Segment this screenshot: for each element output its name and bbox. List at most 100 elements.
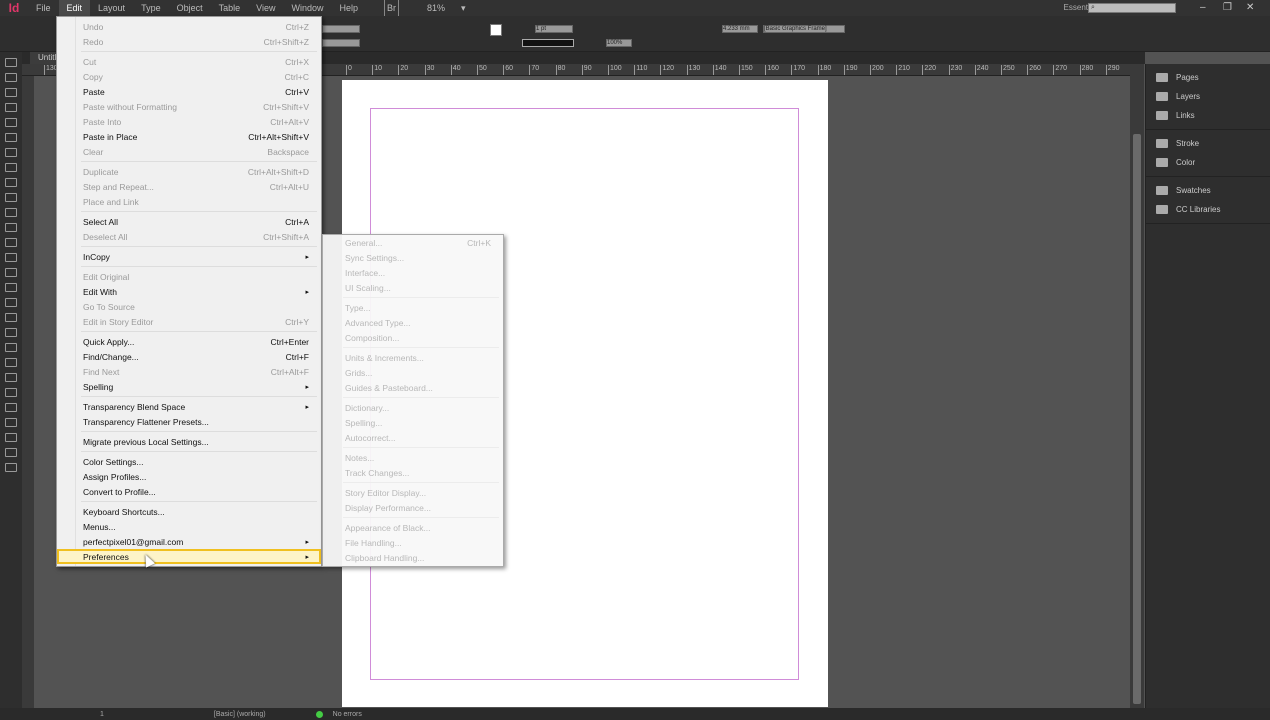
menu-item-spelling[interactable]: Spelling ▸	[57, 379, 321, 394]
panel-cc-libraries[interactable]: CC Libraries	[1146, 200, 1270, 219]
menu-type[interactable]: Type	[133, 0, 169, 16]
menu-item-migrate-previous-local-settings[interactable]: Migrate previous Local Settings...	[57, 434, 321, 449]
menu-file[interactable]: File	[28, 0, 59, 16]
tool-icon[interactable]	[5, 73, 17, 82]
menu-item-incopy[interactable]: InCopy ▸	[57, 249, 321, 264]
menu-item-undo[interactable]: Undo Ctrl+Z	[57, 19, 321, 34]
tool-icon[interactable]	[5, 133, 17, 142]
menu-item-transparency-flattener-presets[interactable]: Transparency Flattener Presets...	[57, 414, 321, 429]
tool-icon[interactable]	[5, 118, 17, 127]
menu-item-clipboard-handling[interactable]: Clipboard Handling...	[323, 550, 503, 565]
menu-item-find-change[interactable]: Find/Change... Ctrl+F	[57, 349, 321, 364]
tool-icon[interactable]	[5, 268, 17, 277]
panel-swatches[interactable]: Swatches	[1146, 181, 1270, 200]
tool-icon[interactable]	[5, 448, 17, 457]
tool-icon[interactable]	[5, 193, 17, 202]
menu-object[interactable]: Object	[169, 0, 211, 16]
menu-item-general[interactable]: General... Ctrl+K	[323, 235, 503, 250]
menu-table[interactable]: Table	[211, 0, 249, 16]
tool-icon[interactable]	[5, 343, 17, 352]
menu-item-place-and-link[interactable]: Place and Link	[57, 194, 321, 209]
menu-item-paste-without-formatting[interactable]: Paste without Formatting Ctrl+Shift+V	[57, 99, 321, 114]
menu-item-color-settings[interactable]: Color Settings...	[57, 454, 321, 469]
menu-item-units-increments[interactable]: Units & Increments...	[323, 350, 503, 365]
tool-icon[interactable]	[5, 298, 17, 307]
menu-item-redo[interactable]: Redo Ctrl+Shift+Z	[57, 34, 321, 49]
menu-item-guides-pasteboard[interactable]: Guides & Pasteboard...	[323, 380, 503, 395]
menu-item-transparency-blend-space[interactable]: Transparency Blend Space ▸	[57, 399, 321, 414]
panel-pages[interactable]: Pages	[1146, 68, 1270, 87]
menu-layout[interactable]: Layout	[90, 0, 133, 16]
tool-icon[interactable]	[5, 403, 17, 412]
menu-item-menus[interactable]: Menus...	[57, 519, 321, 534]
tool-icon[interactable]	[5, 88, 17, 97]
zoom-level[interactable]: 81%	[419, 0, 453, 16]
tool-icon[interactable]	[5, 283, 17, 292]
menu-item-perfectpixel01-gmail-com[interactable]: perfectpixel01@gmail.com ▸	[57, 534, 321, 549]
menu-item-clear[interactable]: Clear Backspace	[57, 144, 321, 159]
restore-icon[interactable]: ❐	[1223, 2, 1232, 13]
menu-item-edit-original[interactable]: Edit Original	[57, 269, 321, 284]
menu-item-select-all[interactable]: Select All Ctrl+A	[57, 214, 321, 229]
menu-item-copy[interactable]: Copy Ctrl+C	[57, 69, 321, 84]
zoom-dropdown-icon[interactable]: ▾	[453, 0, 474, 16]
menu-item-duplicate[interactable]: Duplicate Ctrl+Alt+Shift+D	[57, 164, 321, 179]
menu-item-preferences[interactable]: Preferences ▸	[57, 549, 321, 564]
tool-icon[interactable]	[5, 238, 17, 247]
menu-item-interface[interactable]: Interface...	[323, 265, 503, 280]
tool-icon[interactable]	[5, 223, 17, 232]
menu-item-ui-scaling[interactable]: UI Scaling...	[323, 280, 503, 295]
offset-field[interactable]: 4.233 mm	[722, 25, 758, 33]
minimize-icon[interactable]: –	[1200, 2, 1206, 13]
tool-icon[interactable]	[5, 208, 17, 217]
menu-item-step-and-repeat[interactable]: Step and Repeat... Ctrl+Alt+U	[57, 179, 321, 194]
tool-icon[interactable]	[5, 433, 17, 442]
page-number-field[interactable]: 1	[100, 711, 104, 718]
panel-color[interactable]: Color	[1146, 153, 1270, 172]
menu-item-story-editor-display[interactable]: Story Editor Display...	[323, 485, 503, 500]
tool-icon[interactable]	[5, 163, 17, 172]
menu-item-go-to-source[interactable]: Go To Source	[57, 299, 321, 314]
panel-stroke[interactable]: Stroke	[1146, 134, 1270, 153]
menu-item-paste[interactable]: Paste Ctrl+V	[57, 84, 321, 99]
menu-edit[interactable]: Edit	[58, 0, 91, 16]
menu-item-paste-in-place[interactable]: Paste in Place Ctrl+Alt+Shift+V	[57, 129, 321, 144]
search-input[interactable]: ⌕	[1088, 3, 1176, 13]
menu-item-spelling[interactable]: Spelling...	[323, 415, 503, 430]
menu-item-deselect-all[interactable]: Deselect All Ctrl+Shift+A	[57, 229, 321, 244]
menu-view[interactable]: View	[248, 0, 283, 16]
menu-item-track-changes[interactable]: Track Changes...	[323, 465, 503, 480]
menu-item-keyboard-shortcuts[interactable]: Keyboard Shortcuts...	[57, 504, 321, 519]
preflight-status[interactable]: No errors	[333, 711, 362, 718]
menu-item-file-handling[interactable]: File Handling...	[323, 535, 503, 550]
menu-item-advanced-type[interactable]: Advanced Type...	[323, 315, 503, 330]
menu-item-notes[interactable]: Notes...	[323, 450, 503, 465]
menu-item-paste-into[interactable]: Paste Into Ctrl+Alt+V	[57, 114, 321, 129]
tool-icon[interactable]	[5, 103, 17, 112]
tool-icon[interactable]	[5, 148, 17, 157]
menu-item-convert-to-profile[interactable]: Convert to Profile...	[57, 484, 321, 499]
panel-layers[interactable]: Layers	[1146, 87, 1270, 106]
stroke-weight-field[interactable]: 1 pt	[535, 25, 573, 33]
menu-item-composition[interactable]: Composition...	[323, 330, 503, 345]
menu-item-type[interactable]: Type...	[323, 300, 503, 315]
tool-icon[interactable]	[5, 253, 17, 262]
tool-icon[interactable]	[5, 178, 17, 187]
opacity-field[interactable]: 100%	[606, 39, 632, 47]
menu-item-appearance-of-black[interactable]: Appearance of Black...	[323, 520, 503, 535]
menu-item-edit-in-story-editor[interactable]: Edit in Story Editor Ctrl+Y	[57, 314, 321, 329]
bridge-button[interactable]: Br	[384, 0, 399, 17]
tool-icon[interactable]	[5, 373, 17, 382]
menu-item-display-performance[interactable]: Display Performance...	[323, 500, 503, 515]
menu-item-quick-apply[interactable]: Quick Apply... Ctrl+Enter	[57, 334, 321, 349]
menu-item-sync-settings[interactable]: Sync Settings...	[323, 250, 503, 265]
tool-icon[interactable]	[5, 313, 17, 322]
panel-links[interactable]: Links	[1146, 106, 1270, 125]
menu-help[interactable]: Help	[331, 0, 366, 16]
menu-item-autocorrect[interactable]: Autocorrect...	[323, 430, 503, 445]
tool-icon[interactable]	[5, 58, 17, 67]
close-icon[interactable]: ✕	[1246, 2, 1254, 13]
tool-icon[interactable]	[5, 328, 17, 337]
menu-item-edit-with[interactable]: Edit With ▸	[57, 284, 321, 299]
menu-item-grids[interactable]: Grids...	[323, 365, 503, 380]
